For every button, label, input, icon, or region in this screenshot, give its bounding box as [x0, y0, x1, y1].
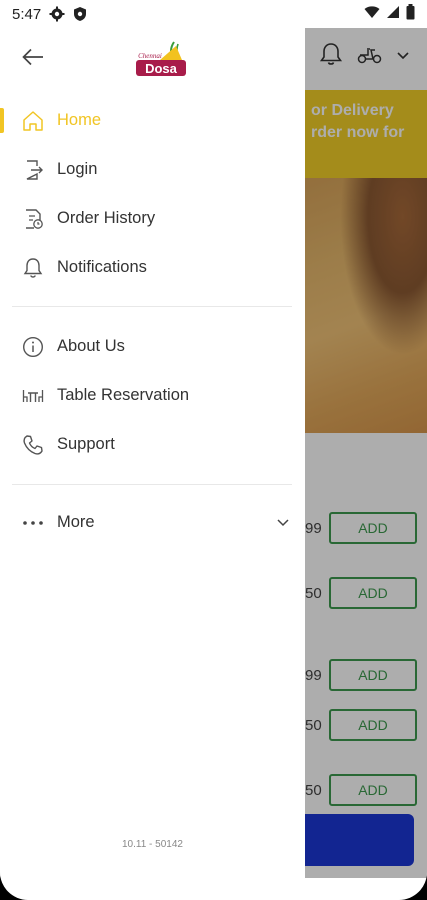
drawer-item-notifications[interactable]: Notifications: [0, 243, 305, 292]
arrow-left-icon: [22, 48, 44, 71]
gesture-nav-handle[interactable]: [155, 884, 273, 888]
settings-gear-icon: [49, 6, 65, 22]
drawer-menu-more: More: [0, 498, 305, 547]
info-icon: [22, 336, 44, 358]
app-version: 10.11 - 50142: [122, 839, 183, 850]
logo-top-text: Chennai: [138, 52, 162, 60]
drawer-item-label: Login: [57, 160, 98, 178]
more-dots-icon: [22, 512, 44, 534]
drawer-item-label: Notifications: [57, 258, 147, 276]
drawer-item-label: About Us: [57, 337, 125, 355]
drawer-item-about-us[interactable]: About Us: [0, 322, 305, 371]
drawer-item-more[interactable]: More: [0, 498, 305, 547]
phone-icon: [22, 434, 44, 456]
drawer-item-login[interactable]: Login: [0, 145, 305, 194]
signal-icon: [386, 5, 400, 23]
drawer-item-label: Table Reservation: [57, 386, 190, 404]
divider: [12, 306, 292, 307]
chevron-down-icon: [277, 514, 289, 532]
screen: 5:47 or Delivery rder now for 99 ADD 50 …: [0, 0, 427, 900]
navigation-drawer: Dosa Chennai Home Login Order History No…: [0, 28, 305, 878]
drawer-header: Dosa Chennai: [0, 28, 305, 90]
back-button[interactable]: [18, 46, 48, 72]
divider: [12, 484, 292, 485]
drawer-item-label: More: [57, 513, 95, 531]
shield-icon: [73, 6, 87, 22]
battery-icon: [406, 4, 415, 24]
status-time: 5:47: [12, 5, 42, 23]
table-icon: [22, 385, 44, 407]
drawer-item-table-reservation[interactable]: Table Reservation: [0, 371, 305, 420]
home-icon: [22, 110, 44, 132]
logo-text: Dosa: [145, 61, 178, 76]
drawer-menu-secondary: About Us Table Reservation Support: [0, 322, 305, 469]
drawer-item-label: Support: [57, 435, 115, 453]
drawer-item-label: Home: [57, 111, 102, 129]
active-indicator: [0, 108, 4, 133]
chennai-dosa-logo: Dosa Chennai: [130, 40, 190, 80]
drawer-menu-main: Home Login Order History Notifications: [0, 96, 305, 292]
drawer-item-support[interactable]: Support: [0, 420, 305, 469]
drawer-item-label: Order History: [57, 209, 156, 227]
wifi-icon: [364, 5, 380, 23]
drawer-item-home[interactable]: Home: [0, 96, 305, 145]
status-bar: 5:47: [0, 0, 427, 28]
order-history-icon: [22, 208, 44, 230]
drawer-item-order-history[interactable]: Order History: [0, 194, 305, 243]
login-icon: [22, 159, 44, 181]
bell-icon: [22, 257, 44, 279]
